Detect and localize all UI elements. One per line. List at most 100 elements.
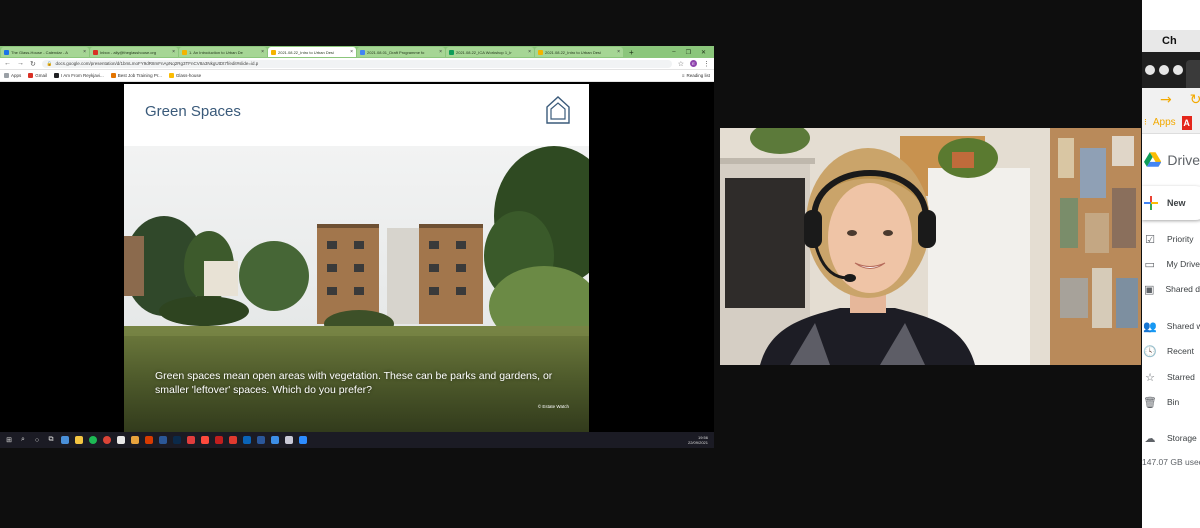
task-view-icon[interactable]: ⧉: [46, 435, 56, 445]
tab-close-icon[interactable]: ×: [261, 49, 264, 55]
nav-my-drive[interactable]: ▭ My Drive: [1142, 254, 1200, 274]
drive-browser-window: Ch → ↻ ⁝ Apps A Drive New ☑ Priority ▭ M…: [1142, 0, 1200, 528]
profile-avatar[interactable]: E: [690, 60, 697, 67]
powershell-icon[interactable]: [159, 436, 167, 444]
bookmark-item[interactable]: Glass-house: [168, 73, 202, 78]
bookmark-label: Best Job Training Pr...: [117, 73, 162, 78]
apps-grid-icon[interactable]: ⁝: [1144, 118, 1147, 128]
search-icon[interactable]: ⌕: [18, 435, 28, 445]
nav-shared-with-me[interactable]: 👥 Shared w: [1142, 316, 1200, 336]
autocad-icon[interactable]: [187, 436, 195, 444]
chrome-nav-bar: → ↻: [1142, 88, 1200, 112]
nav-label: Priority: [1167, 234, 1194, 244]
photos-app-icon[interactable]: [61, 436, 69, 444]
tab-label: 1. An Introduction to Urban De: [189, 49, 243, 55]
tab-favicon-icon: [360, 49, 365, 55]
reading-list-button[interactable]: ≡ Reading list: [682, 73, 710, 78]
tab-close-icon[interactable]: ×: [439, 49, 442, 55]
tab-label: 2021.08.22_Intro to Urban Desi: [278, 49, 334, 55]
tab-close-icon[interactable]: ×: [617, 49, 620, 55]
bookmark-icon: [110, 73, 116, 78]
starred-icon: ☆: [1145, 370, 1155, 384]
star-icon[interactable]: ☆: [678, 60, 684, 68]
mac-menu-bar: Ch: [1142, 30, 1200, 52]
tab-favicon-icon: [182, 49, 187, 55]
browser-tab[interactable]: 1. An Introduction to Urban De ×: [179, 47, 267, 57]
nav-storage[interactable]: ☁ Storage: [1142, 428, 1200, 448]
reload-icon[interactable]: ↻: [1190, 92, 1200, 108]
menu-app-name[interactable]: Ch: [1162, 35, 1177, 47]
address-bar: ← → ↻ 🔒 docs.google.com/presentation/d/1…: [0, 58, 714, 70]
tab-close-icon[interactable]: ×: [528, 49, 531, 55]
close-icon[interactable]: ✕: [701, 49, 706, 56]
reload-icon[interactable]: ↻: [30, 60, 36, 68]
shared-with-me-icon: 👥: [1143, 319, 1157, 333]
reading-list-icon: ≡: [681, 73, 685, 78]
nav-label: Shared d: [1165, 284, 1200, 294]
new-button-label: New: [1167, 198, 1186, 208]
reading-list-label: Reading list: [686, 73, 710, 78]
windows-start-icon[interactable]: ⊞: [4, 435, 14, 445]
shared-drives-icon: ▣: [1144, 282, 1155, 296]
chrome-icon[interactable]: [103, 436, 111, 444]
browser-tab[interactable]: The Glass-House - Calendar - A ×: [1, 47, 89, 57]
browser-tab[interactable]: 2021.08.22_Intro to Urban Desi ×: [535, 47, 623, 57]
store-icon[interactable]: [271, 436, 279, 444]
office-icon[interactable]: [145, 436, 153, 444]
bookmark-item[interactable]: Apps: [4, 73, 21, 78]
forward-arrow-icon[interactable]: →: [1160, 92, 1172, 108]
apps-bookmark[interactable]: Apps: [1153, 117, 1176, 128]
browser-tab[interactable]: 2021.08.22_Intro to Urban Desi ×: [268, 47, 356, 57]
nav-starred[interactable]: ☆ Starred: [1142, 367, 1200, 387]
bookmark-item[interactable]: I Am From Reykjavi...: [54, 73, 104, 78]
chrome-title-bar: [1142, 52, 1200, 88]
tray-date: 22/09/2021: [687, 440, 708, 445]
pdf-icon[interactable]: [215, 436, 223, 444]
nav-recent[interactable]: 🕓 Recent: [1142, 341, 1200, 361]
tab-close-icon[interactable]: ×: [350, 49, 353, 55]
adobe-bookmark-icon[interactable]: A: [1181, 115, 1192, 130]
tab-close-icon[interactable]: ×: [172, 49, 175, 55]
nav-bin[interactable]: 🗑 Bin: [1142, 392, 1200, 412]
zoom-icon[interactable]: [299, 436, 307, 444]
close-window-icon[interactable]: [1145, 65, 1155, 75]
new-tab-button[interactable]: +: [629, 48, 634, 57]
bookmark-item[interactable]: Gmail: [28, 73, 47, 78]
browser-tab[interactable]: Inbox - ally@theglasshouse.org ×: [90, 47, 178, 57]
bookmark-label: Glass-house: [175, 73, 202, 78]
maximize-window-icon[interactable]: [1173, 65, 1183, 75]
new-button[interactable]: New: [1142, 186, 1200, 220]
storage-used-text: 147.07 GB used: [1142, 457, 1200, 467]
bookmark-item[interactable]: Best Job Training Pr...: [110, 73, 162, 78]
browser-tab[interactable]: 2021.08.22_ICA Workshop 1_Ir ×: [446, 47, 534, 57]
photoshop-icon[interactable]: [173, 436, 181, 444]
back-icon[interactable]: ←: [4, 60, 11, 67]
word-icon[interactable]: [257, 436, 265, 444]
nav-shared-drives[interactable]: ▣ Shared d: [1142, 279, 1200, 299]
drive-tab[interactable]: [1186, 60, 1200, 88]
minimize-window-icon[interactable]: [1159, 65, 1169, 75]
restore-icon[interactable]: ❐: [686, 49, 691, 56]
acrobat-icon[interactable]: [229, 436, 237, 444]
cortana-icon[interactable]: ○: [32, 435, 42, 445]
spotify-icon[interactable]: [89, 436, 97, 444]
nav-priority[interactable]: ☑ Priority: [1142, 229, 1200, 249]
file-explorer-icon[interactable]: [75, 436, 83, 444]
google-drive-logo-icon: [1144, 152, 1162, 167]
mail-app-icon[interactable]: [117, 436, 125, 444]
url-field[interactable]: 🔒 docs.google.com/presentation/d/1bmLmoF…: [41, 59, 672, 68]
folder-icon[interactable]: [131, 436, 139, 444]
minimize-icon[interactable]: –: [672, 49, 675, 56]
house-logo-icon: [546, 96, 570, 124]
webcam-video: [720, 128, 1141, 365]
forward-icon[interactable]: →: [17, 60, 24, 67]
bin-icon: 🗑: [1143, 395, 1157, 409]
slide-caption: Green spaces mean open areas with vegeta…: [155, 370, 553, 396]
outlook-icon[interactable]: [243, 436, 251, 444]
menu-dots-icon[interactable]: ⋮: [703, 60, 710, 68]
browser-tab[interactable]: 2021.08.01_Draft Programme fo ×: [357, 47, 445, 57]
chrome-active-icon[interactable]: [285, 436, 293, 444]
tab-close-icon[interactable]: ×: [83, 49, 86, 55]
adobe-icon[interactable]: [201, 436, 209, 444]
photo-credit: © Estate Watch: [537, 404, 569, 409]
